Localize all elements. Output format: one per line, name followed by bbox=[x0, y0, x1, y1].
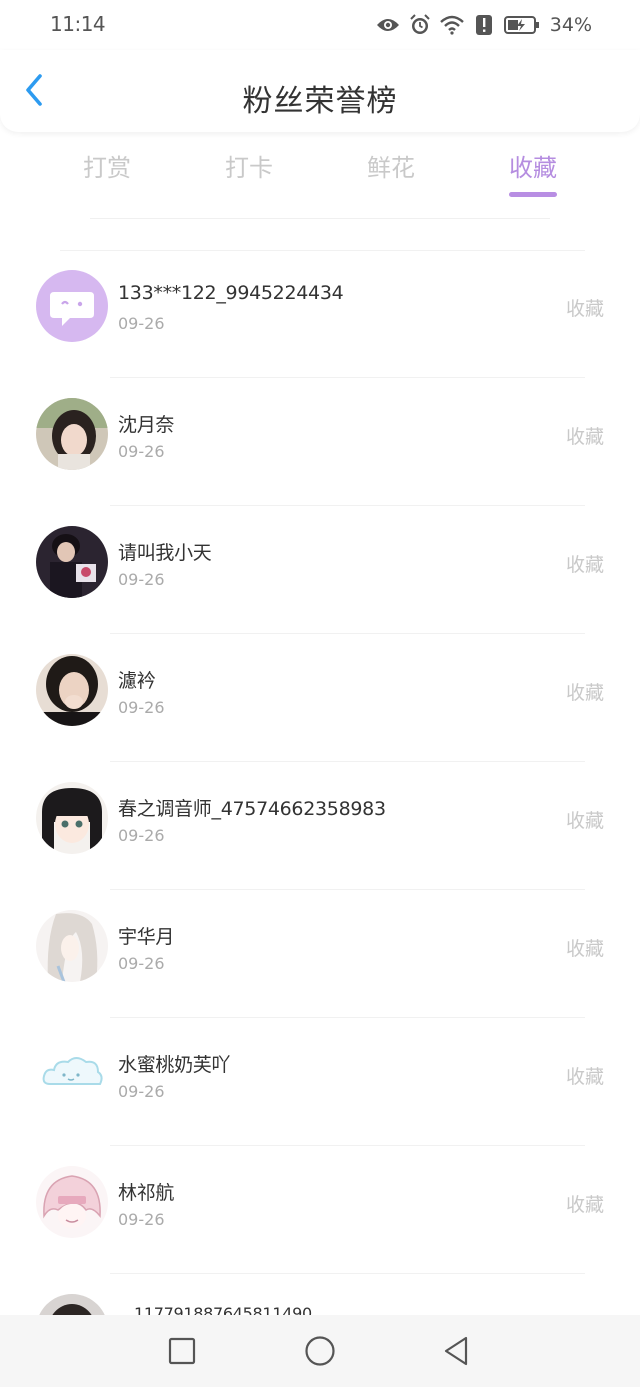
tab-checkin[interactable]: 打卡 bbox=[199, 148, 299, 183]
avatar[interactable] bbox=[36, 1294, 108, 1315]
fan-date: 09-26 bbox=[118, 954, 165, 973]
home-button[interactable] bbox=[300, 1333, 340, 1369]
list-item[interactable]: 请叫我小天 09-26 收藏 bbox=[0, 506, 640, 634]
fan-name: 宇华月 bbox=[118, 926, 175, 948]
alert-icon bbox=[472, 13, 496, 37]
avatar[interactable] bbox=[36, 1166, 108, 1238]
anime-avatar-icon bbox=[36, 910, 108, 982]
fan-name: 133***122_9945224434 bbox=[118, 282, 344, 304]
user-photo-avatar-icon bbox=[36, 398, 108, 470]
default-chat-avatar-icon bbox=[36, 270, 108, 342]
tab-flowers[interactable]: 鲜花 bbox=[341, 148, 441, 183]
avatar[interactable] bbox=[36, 270, 108, 342]
wifi-icon bbox=[439, 13, 464, 37]
action-label: 收藏 bbox=[565, 1066, 604, 1088]
action-label: 收藏 bbox=[565, 298, 604, 320]
fan-date: 09-26 bbox=[118, 1082, 165, 1101]
tab-reward[interactable]: 打赏 bbox=[57, 148, 157, 183]
eye-icon bbox=[376, 13, 400, 37]
fan-name: 林祁航 bbox=[118, 1182, 175, 1204]
active-tab-indicator bbox=[509, 192, 557, 197]
avatar[interactable] bbox=[36, 910, 108, 982]
action-label: 收藏 bbox=[565, 682, 604, 704]
tabs-divider bbox=[90, 218, 550, 219]
list-item[interactable]: 春之调音师_47574662358983 09-26 收藏 bbox=[0, 762, 640, 890]
fan-date: 09-26 bbox=[118, 1210, 165, 1229]
user-photo-avatar-icon bbox=[36, 526, 108, 598]
fan-date: 09-26 bbox=[118, 314, 165, 333]
user-photo-avatar-icon bbox=[36, 1294, 108, 1315]
avatar[interactable] bbox=[36, 1038, 108, 1110]
fan-name: 沈月奈 bbox=[118, 414, 175, 436]
list-item[interactable]: 濾衿 09-26 收藏 bbox=[0, 634, 640, 762]
header: 粉丝荣誉榜 bbox=[0, 50, 640, 132]
anime-avatar-icon bbox=[36, 782, 108, 854]
page-title: 粉丝荣誉榜 bbox=[242, 84, 398, 119]
back-triangle-icon bbox=[444, 1336, 468, 1366]
status-time: 11:14 bbox=[50, 12, 106, 36]
fan-name: 春之调音师_47574662358983 bbox=[118, 798, 386, 820]
fan-date: 09-26 bbox=[118, 698, 165, 717]
action-label: 收藏 bbox=[565, 554, 604, 576]
status-icons: 34% bbox=[376, 12, 592, 38]
battery-percent: 34% bbox=[549, 14, 592, 36]
fan-date: 09-26 bbox=[118, 826, 165, 845]
anime-avatar-icon bbox=[36, 1166, 108, 1238]
fan-date: 09-26 bbox=[118, 570, 165, 589]
recents-square-icon bbox=[168, 1337, 196, 1365]
fan-name: 濾衿 bbox=[118, 670, 156, 692]
home-circle-icon bbox=[305, 1336, 335, 1366]
action-label: 收藏 bbox=[565, 426, 604, 448]
recents-button[interactable] bbox=[162, 1333, 202, 1369]
avatar[interactable] bbox=[36, 526, 108, 598]
status-bar: 11:14 34% bbox=[0, 0, 640, 50]
fan-name: 水蜜桃奶芙吖 bbox=[118, 1054, 231, 1076]
list-item[interactable]: 林祁航 09-26 收藏 bbox=[0, 1146, 640, 1274]
user-photo-avatar-icon bbox=[36, 654, 108, 726]
system-nav-bar bbox=[0, 1315, 640, 1387]
avatar[interactable] bbox=[36, 398, 108, 470]
alarm-icon bbox=[408, 13, 432, 37]
avatar[interactable] bbox=[36, 654, 108, 726]
list-item[interactable]: 133***122_9945224434 09-26 收藏 bbox=[0, 250, 640, 378]
list-item[interactable]: 1177918876458114​90 bbox=[0, 1274, 640, 1315]
action-label: 收藏 bbox=[565, 810, 604, 832]
list-item[interactable]: 宇华月 09-26 收藏 bbox=[0, 890, 640, 1018]
avatar[interactable] bbox=[36, 782, 108, 854]
action-label: 收藏 bbox=[565, 938, 604, 960]
fan-list[interactable]: 133***122_9945224434 09-26 收藏 沈月奈 09-26 … bbox=[0, 250, 640, 1315]
cloud-avatar-icon bbox=[36, 1038, 108, 1110]
tab-bar: 打赏 打卡 鲜花 收藏 bbox=[0, 140, 640, 210]
fan-name: 请叫我小天 bbox=[118, 542, 212, 564]
fan-date: 09-26 bbox=[118, 442, 165, 461]
back-nav-button[interactable] bbox=[436, 1333, 476, 1369]
tab-favorites[interactable]: 收藏 bbox=[483, 148, 583, 183]
list-item[interactable]: 水蜜桃奶芙吖 09-26 收藏 bbox=[0, 1018, 640, 1146]
list-item[interactable]: 沈月奈 09-26 收藏 bbox=[0, 378, 640, 506]
action-label: 收藏 bbox=[565, 1194, 604, 1216]
fan-name: 1177918876458114​90 bbox=[134, 1304, 312, 1315]
battery-charging-icon bbox=[503, 13, 540, 37]
